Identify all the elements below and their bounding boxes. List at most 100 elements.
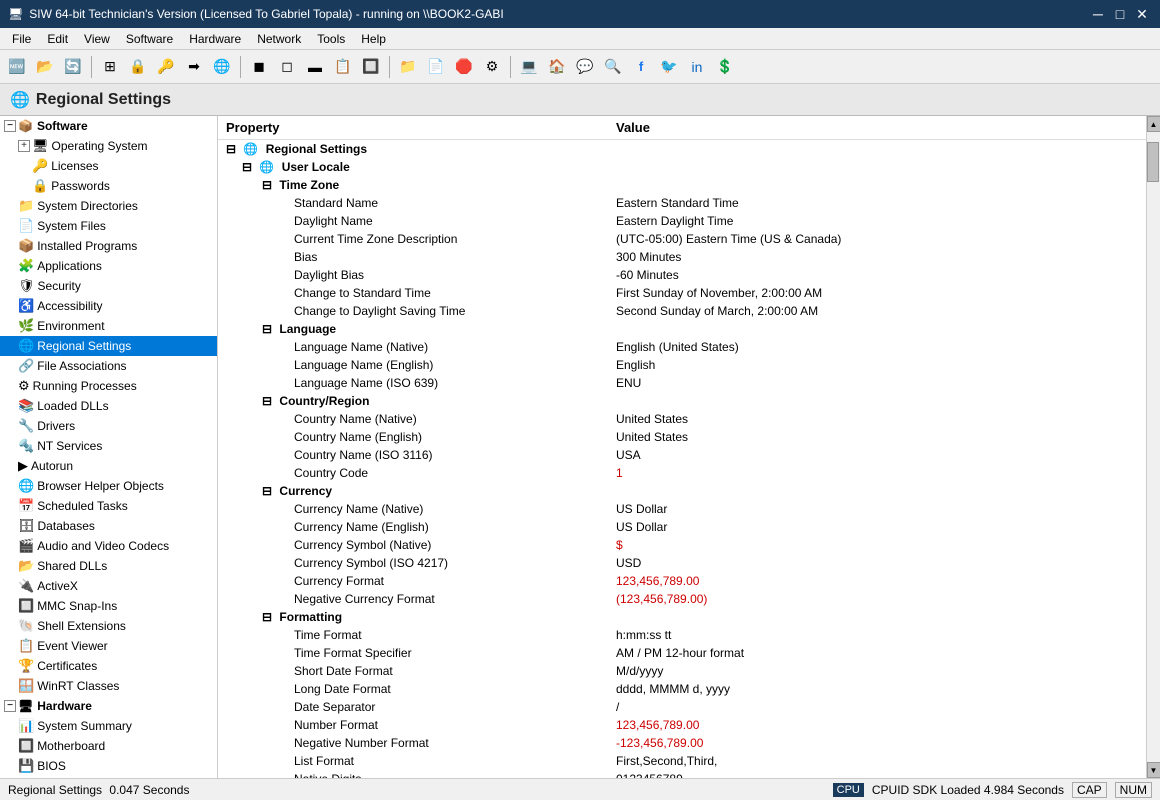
scroll-up[interactable]: ▲ (1147, 116, 1160, 132)
val-standard-name: Eastern Standard Time (608, 194, 1146, 212)
toolbar-refresh[interactable]: 🔄 (60, 54, 86, 80)
sidebar: − 📦 Software + 🖥 Operating System 🔑 Lice… (0, 116, 218, 778)
sidebar-item-running-processes[interactable]: ⚙ Running Processes (0, 376, 217, 396)
shareddll-icon: 📂 (18, 558, 34, 574)
software-expander[interactable]: − (4, 120, 16, 132)
table-row: Daylight Bias -60 Minutes (218, 266, 1146, 284)
toolbar-sep3 (389, 56, 390, 78)
toolbar-square2[interactable]: ◻ (274, 54, 300, 80)
sidebar-item-regional-settings[interactable]: 🌐 Regional Settings (0, 336, 217, 356)
prop-curr-sym-native: Currency Symbol (Native) (218, 536, 608, 554)
maximize-button[interactable]: □ (1110, 5, 1130, 23)
sidebar-item-shell-extensions[interactable]: 🐚 Shell Extensions (0, 616, 217, 636)
menu-edit[interactable]: Edit (39, 30, 76, 48)
scroll-thumb[interactable] (1147, 142, 1159, 182)
sidebar-item-mmc[interactable]: 🔲 MMC Snap-Ins (0, 596, 217, 616)
close-button[interactable]: ✕ (1132, 5, 1152, 23)
sidebar-item-system-summary[interactable]: 📊 System Summary (0, 716, 217, 736)
toolbar-arrow[interactable]: ➡ (181, 54, 207, 80)
sidebar-item-motherboard[interactable]: 🔲 Motherboard (0, 736, 217, 756)
toolbar-tw[interactable]: 🐦 (656, 54, 682, 80)
table-row: Language Name (ISO 639) ENU (218, 374, 1146, 392)
sidebar-item-activex[interactable]: 🔌 ActiveX (0, 576, 217, 596)
prop-lang-english: Language Name (English) (218, 356, 608, 374)
toolbar-grid[interactable]: ⊞ (97, 54, 123, 80)
toolbar-new[interactable]: 🆕 (4, 54, 30, 80)
sidebar-item-bios[interactable]: 💾 BIOS (0, 756, 217, 776)
table-row: ⊟ Currency (218, 482, 1146, 500)
sidebar-item-audio-video[interactable]: 🎬 Audio and Video Codecs (0, 536, 217, 556)
prop-list-format: List Format (218, 752, 608, 770)
table-row: Country Name (ISO 3116) USA (218, 446, 1146, 464)
toolbar-chip[interactable]: 🔲 (358, 54, 384, 80)
sidebar-item-security[interactable]: 🛡 Security (0, 276, 217, 296)
menu-software[interactable]: Software (118, 30, 181, 48)
toolbar-bar[interactable]: ▬ (302, 54, 328, 80)
sidebar-item-nt-services[interactable]: 🔩 NT Services (0, 436, 217, 456)
winrt-label: WinRT Classes (37, 679, 119, 693)
title-bar-controls[interactable]: ─ □ ✕ (1088, 5, 1152, 23)
toolbar-li[interactable]: in (684, 54, 710, 80)
toolbar-house[interactable]: 🏠 (544, 54, 570, 80)
sidebar-item-winrt[interactable]: 🪟 WinRT Classes (0, 676, 217, 696)
toolbar-open[interactable]: 📂 (32, 54, 58, 80)
toolbar-clip[interactable]: 📋 (330, 54, 356, 80)
sidebar-item-loaded-dlls[interactable]: 📚 Loaded DLLs (0, 396, 217, 416)
table-row: ⊟ Formatting (218, 608, 1146, 626)
toolbar-fb[interactable]: f (628, 54, 654, 80)
page-header-icon: 🌐 (10, 90, 30, 110)
toolbar-dollar[interactable]: 💲 (712, 54, 738, 80)
toolbar-doc[interactable]: 📄 (423, 54, 449, 80)
val-country-code: 1 (608, 464, 1146, 482)
sidebar-item-certificates[interactable]: 🏆 Certificates (0, 656, 217, 676)
sidebar-item-event-viewer[interactable]: 📋 Event Viewer (0, 636, 217, 656)
runproc-icon: ⚙ (18, 378, 30, 394)
hardware-expander[interactable]: − (4, 700, 16, 712)
os-expander[interactable]: + (18, 140, 30, 152)
sidebar-item-file-associations[interactable]: 🔗 File Associations (0, 356, 217, 376)
sidebar-item-operating-system[interactable]: + 🖥 Operating System (0, 136, 217, 156)
menu-network[interactable]: Network (249, 30, 309, 48)
licenses-label: Licenses (51, 159, 98, 173)
sidebar-section-hardware[interactable]: − 🖥 Hardware (0, 696, 217, 716)
status-time: 0.047 Seconds (109, 783, 189, 797)
sidebar-item-passwords[interactable]: 🔒 Passwords (0, 176, 217, 196)
sidebar-item-shared-dlls[interactable]: 📂 Shared DLLs (0, 556, 217, 576)
val-lang-native: English (United States) (608, 338, 1146, 356)
menu-file[interactable]: File (4, 30, 39, 48)
sidebar-section-software[interactable]: − 📦 Software (0, 116, 217, 136)
sidebar-item-databases[interactable]: 🗄 Databases (0, 516, 217, 536)
toolbar-pc[interactable]: 💻 (516, 54, 542, 80)
toolbar-stop[interactable]: 🛑 (451, 54, 477, 80)
prop-lang-native: Language Name (Native) (218, 338, 608, 356)
toolbar-square1[interactable]: ◼ (246, 54, 272, 80)
sidebar-item-scheduled-tasks[interactable]: 📅 Scheduled Tasks (0, 496, 217, 516)
timezone-section-label: Time Zone (279, 178, 339, 192)
toolbar-search[interactable]: 🔍 (600, 54, 626, 80)
runproc-label: Running Processes (33, 379, 137, 393)
toolbar-gear[interactable]: ⚙ (479, 54, 505, 80)
toolbar-globe[interactable]: 🌐 (209, 54, 235, 80)
sidebar-item-browser-helper[interactable]: 🌐 Browser Helper Objects (0, 476, 217, 496)
sidebar-item-drivers[interactable]: 🔧 Drivers (0, 416, 217, 436)
scrollbar[interactable]: ▲ ▼ (1146, 116, 1160, 778)
scroll-down[interactable]: ▼ (1147, 762, 1160, 778)
toolbar-lock[interactable]: 🔒 (125, 54, 151, 80)
scroll-track[interactable] (1147, 132, 1160, 762)
menu-view[interactable]: View (76, 30, 118, 48)
menu-hardware[interactable]: Hardware (181, 30, 249, 48)
sidebar-item-applications[interactable]: 🧩 Applications (0, 256, 217, 276)
menu-tools[interactable]: Tools (309, 30, 353, 48)
toolbar-key[interactable]: 🔑 (153, 54, 179, 80)
sidebar-item-autorun[interactable]: ▶ Autorun (0, 456, 217, 476)
sidebar-item-licenses[interactable]: 🔑 Licenses (0, 156, 217, 176)
sidebar-item-environment[interactable]: 🌿 Environment (0, 316, 217, 336)
sidebar-item-system-directories[interactable]: 📁 System Directories (0, 196, 217, 216)
toolbar-folder[interactable]: 📁 (395, 54, 421, 80)
sidebar-item-accessibility[interactable]: ♿ Accessibility (0, 296, 217, 316)
sidebar-item-installed-programs[interactable]: 📦 Installed Programs (0, 236, 217, 256)
minimize-button[interactable]: ─ (1088, 5, 1108, 23)
sidebar-item-system-files[interactable]: 📄 System Files (0, 216, 217, 236)
toolbar-chat[interactable]: 💬 (572, 54, 598, 80)
menu-help[interactable]: Help (353, 30, 394, 48)
